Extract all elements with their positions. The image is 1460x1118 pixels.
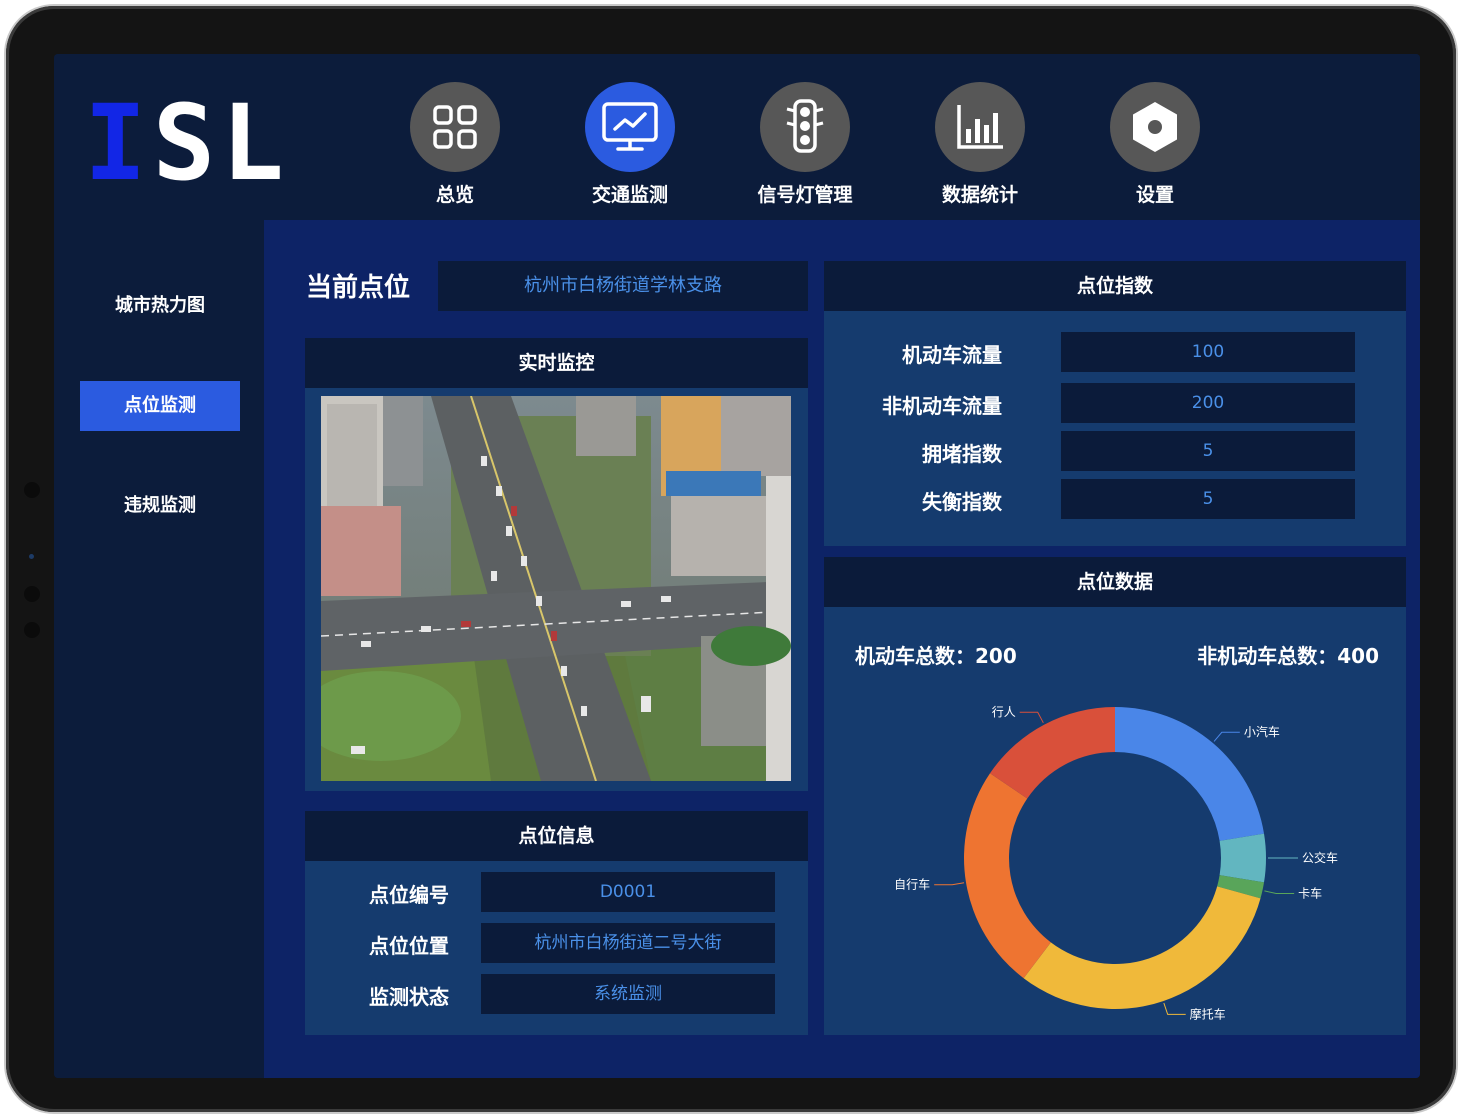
donut-leader-5	[1019, 711, 1044, 724]
non-motor-flow-value[interactable]: 200	[1061, 383, 1355, 423]
donut-slice-1[interactable]	[1219, 833, 1266, 883]
vehicle-type-donut-chart: 小汽车公交车卡车摩托车 自行车 行人	[894, 705, 1338, 1021]
sidebar-item-violation-monitor[interactable]: 违规监测	[80, 481, 240, 531]
current-point-label: 当前点位	[306, 273, 411, 303]
point-info-panel: 点位信息 点位编号 D0001 点位位置 杭州市白杨街道二号大街 监测状态 系统…	[305, 811, 808, 1035]
nav-settings[interactable]: 设置	[1085, 82, 1225, 212]
congestion-index-label: 拥堵指数	[922, 442, 1002, 466]
logo-sl: SL	[152, 82, 290, 204]
nav-data-stats-label: 数据统计	[941, 184, 1018, 206]
donut-leader-3	[1163, 1002, 1186, 1015]
point-location-value[interactable]: 杭州市白杨街道二号大街	[481, 923, 775, 963]
donut-leader-0	[1213, 731, 1240, 742]
grid-icon	[410, 82, 500, 172]
donut-label-3: 摩托车	[1190, 1006, 1226, 1021]
nav-signal-manage[interactable]: 信号灯管理	[735, 82, 875, 212]
motor-flow-label: 机动车流量	[902, 343, 1002, 367]
donut-label-1: 公交车	[1302, 850, 1338, 865]
nav-overview-label: 总览	[435, 184, 474, 206]
donut-label-2: 卡车	[1298, 885, 1322, 900]
nav-data-stats[interactable]: 数据统计	[910, 82, 1050, 212]
monitor-chart-icon	[585, 82, 675, 172]
nav-traffic-monitor-label: 交通监测	[591, 184, 668, 206]
side-dot	[24, 482, 40, 498]
congestion-index-value[interactable]: 5	[1061, 431, 1355, 471]
sidebar-item-point-monitor[interactable]: 点位监测	[80, 381, 240, 431]
point-index-panel: 点位指数 机动车流量 100 非机动车流量 200 拥堵指数 5 失衡指数 5	[824, 261, 1406, 546]
main-content: 当前点位 杭州市白杨街道学林支路 实时监控 点位信息 点位编号 D0001 点位…	[264, 220, 1420, 1078]
live-monitor-panel: 实时监控	[305, 338, 808, 791]
imbalance-index-label: 失衡指数	[922, 490, 1002, 514]
donut-label-5: 行人	[992, 705, 1016, 719]
donut-label-4: 自行车	[894, 877, 930, 892]
nav-signal-manage-label: 信号灯管理	[757, 184, 853, 206]
point-info-title: 点位信息	[305, 811, 808, 861]
donut-label-0: 小汽车	[1244, 724, 1280, 739]
monitor-status-value[interactable]: 系统监测	[481, 974, 775, 1014]
current-point-value[interactable]: 杭州市白杨街道学林支路	[438, 261, 808, 311]
sidebar: 城市热力图 点位监测 违规监测	[54, 220, 264, 1078]
point-id-label: 点位编号	[369, 883, 449, 907]
top-bar: ISL 总览 交通监测 信号灯管理 数据统计 设置	[54, 54, 1420, 220]
bar-chart-icon	[935, 82, 1025, 172]
nav-traffic-monitor[interactable]: 交通监测	[560, 82, 700, 212]
nav-settings-label: 设置	[1135, 184, 1174, 206]
nav-overview[interactable]: 总览	[385, 82, 525, 212]
logo-i: I	[84, 82, 153, 204]
side-dot	[24, 586, 40, 602]
point-id-value[interactable]: D0001	[481, 872, 775, 912]
logo: ISL	[84, 88, 290, 198]
side-camera	[29, 554, 34, 559]
donut-leader-2	[1264, 890, 1295, 894]
hex-nut-icon	[1110, 82, 1200, 172]
live-monitor-title: 实时监控	[305, 338, 808, 388]
traffic-light-icon	[760, 82, 850, 172]
imbalance-index-value[interactable]: 5	[1061, 479, 1355, 519]
donut-slice-3[interactable]	[1023, 886, 1261, 1009]
non-motor-total: 非机动车总数：400	[1197, 644, 1379, 668]
sidebar-item-heatmap[interactable]: 城市热力图	[80, 281, 240, 331]
point-data-panel: 点位数据 机动车总数：200 非机动车总数：400 小汽车公交车卡车摩托车 自行车…	[824, 557, 1406, 1035]
point-index-title: 点位指数	[824, 261, 1406, 311]
donut-leader-4	[934, 882, 965, 886]
motor-total: 机动车总数：200	[855, 644, 1017, 668]
donut-slice-4[interactable]	[964, 773, 1051, 979]
donut-slice-5[interactable]	[990, 707, 1115, 799]
side-dot	[24, 622, 40, 638]
donut-slice-0[interactable]	[1115, 707, 1265, 841]
traffic-camera-image	[321, 396, 791, 781]
non-motor-flow-label: 非机动车流量	[882, 394, 1002, 418]
motor-flow-value[interactable]: 100	[1061, 332, 1355, 372]
monitor-status-label: 监测状态	[369, 985, 449, 1009]
point-location-label: 点位位置	[369, 934, 449, 958]
app-screen: ISL 总览 交通监测 信号灯管理 数据统计 设置 城市热力图 点位监测 违规监…	[54, 54, 1420, 1078]
point-data-title: 点位数据	[824, 557, 1406, 607]
tablet-frame: ISL 总览 交通监测 信号灯管理 数据统计 设置 城市热力图 点位监测 违规监…	[6, 6, 1456, 1112]
